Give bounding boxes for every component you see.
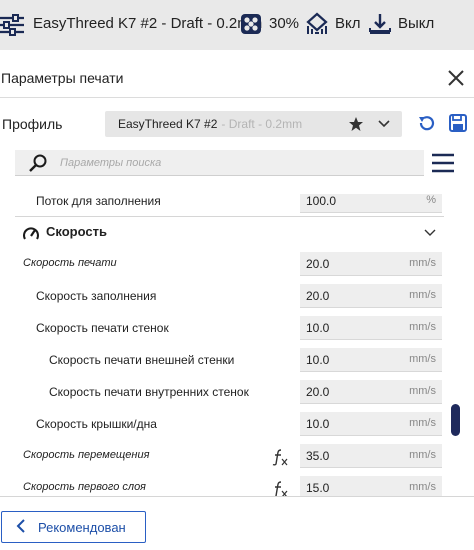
- section-speed-header[interactable]: Скорость: [0, 217, 450, 247]
- setting-value-field[interactable]: 100.0 %: [300, 194, 442, 213]
- setting-label: Скорость заполнения: [36, 289, 157, 303]
- panel-header: Параметры печати: [0, 58, 474, 98]
- adhesion-icon: [369, 12, 391, 36]
- print-settings-toolbar[interactable]: EasyThreed K7 #2 - Draft - 0.2mm 30% Вкл…: [0, 0, 474, 50]
- infill-value[interactable]: 30%: [269, 15, 299, 32]
- setting-label: Скорость печати внутренних стенок: [49, 385, 249, 399]
- search-row: [0, 150, 474, 178]
- setting-value: 10.0: [306, 353, 330, 367]
- chevron-down-icon: [378, 118, 390, 133]
- search-icon: [29, 154, 47, 175]
- setting-row-inner-wall-speed[interactable]: Скорость печати внутренних стенок 20.0 m…: [0, 378, 450, 406]
- setting-unit: mm/s: [409, 385, 436, 397]
- setting-unit: mm/s: [409, 321, 436, 333]
- printer-profile-title[interactable]: EasyThreed K7 #2 - Draft - 0.2mm: [33, 15, 262, 32]
- profile-row: Профиль EasyThreed K7 #2 - Draft - 0.2mm: [0, 109, 474, 139]
- infill-icon: [240, 13, 262, 35]
- star-icon[interactable]: [348, 116, 364, 135]
- setting-row-wall-speed[interactable]: Скорость печати стенок 10.0 mm/s: [0, 314, 450, 342]
- setting-value: 20.0: [306, 257, 330, 271]
- undo-icon: [419, 116, 435, 131]
- setting-row-topbottom-speed[interactable]: Скорость крышки/дна 10.0 mm/s: [0, 410, 450, 438]
- scrollbar-thumb[interactable]: [451, 404, 460, 436]
- setting-label: Скорость первого слоя: [23, 481, 146, 493]
- speed-gauge-icon: [22, 225, 40, 246]
- print-settings-panel: Параметры печати Профиль EasyThreed K7 #…: [0, 58, 474, 550]
- setting-value: 20.0: [306, 385, 330, 399]
- recommended-mode-button[interactable]: Рекомендован: [1, 511, 146, 543]
- setting-value-field[interactable]: 35.0 mm/s: [300, 444, 442, 468]
- panel-title: Параметры печати: [1, 69, 124, 86]
- setting-row-print-speed[interactable]: Скорость печати 20.0 mm/s: [0, 250, 450, 278]
- setting-value: 35.0: [306, 449, 330, 463]
- setting-value-field[interactable]: 10.0 mm/s: [300, 412, 442, 436]
- print-setup-icon: [0, 14, 24, 36]
- setting-value: 100.0: [306, 194, 337, 208]
- settings-list[interactable]: Поток для заполнения 100.0 % Скорость Ск…: [0, 194, 474, 496]
- setting-row-travel-speed[interactable]: Скорость перемещения 35.0 mm/s: [0, 442, 450, 470]
- profile-label: Профиль: [2, 116, 63, 132]
- profile-suffix: - Draft - 0.2mm: [221, 117, 303, 131]
- search-input[interactable]: [60, 154, 400, 172]
- reset-profile-button[interactable]: [416, 114, 436, 137]
- setting-label: Скорость печати стенок: [36, 321, 169, 335]
- setting-unit: %: [426, 194, 436, 206]
- setting-value-field[interactable]: 15.0 mm/s: [300, 476, 442, 496]
- setting-unit: mm/s: [409, 289, 436, 301]
- setting-label: Скорость перемещения: [23, 449, 150, 461]
- setting-unit: mm/s: [409, 257, 436, 269]
- settings-menu-button[interactable]: [432, 153, 454, 176]
- profile-name: EasyThreed K7 #2: [118, 117, 218, 131]
- setting-label: Скорость крышки/дна: [36, 417, 157, 431]
- function-icon[interactable]: [272, 480, 288, 496]
- support-icon: [306, 12, 328, 36]
- setting-unit: mm/s: [409, 481, 436, 493]
- support-value[interactable]: Вкл: [335, 15, 361, 32]
- setting-unit: mm/s: [409, 417, 436, 429]
- setting-value: 10.0: [306, 321, 330, 335]
- setting-row-infill-speed[interactable]: Скорость заполнения 20.0 mm/s: [0, 282, 450, 310]
- chevron-left-icon: [16, 518, 26, 536]
- adhesion-value[interactable]: Выкл: [398, 15, 434, 32]
- setting-row-outer-wall-speed[interactable]: Скорость печати внешней стенки 10.0 mm/s: [0, 346, 450, 374]
- profile-dropdown[interactable]: EasyThreed K7 #2 - Draft - 0.2mm: [105, 111, 402, 137]
- save-icon: [449, 114, 467, 132]
- close-icon: [448, 70, 464, 86]
- setting-label: Поток для заполнения: [36, 194, 161, 208]
- search-box[interactable]: [15, 150, 424, 176]
- setting-row-infill-flow[interactable]: Поток для заполнения 100.0 %: [0, 194, 450, 215]
- setting-value-field[interactable]: 20.0 mm/s: [300, 252, 442, 276]
- setting-label: Скорость печати: [23, 257, 117, 269]
- setting-value-field[interactable]: 20.0 mm/s: [300, 284, 442, 308]
- setting-value-field[interactable]: 20.0 mm/s: [300, 380, 442, 404]
- setting-value: 10.0: [306, 417, 330, 431]
- setting-unit: mm/s: [409, 353, 436, 365]
- setting-label: Скорость печати внешней стенки: [49, 353, 235, 367]
- function-icon[interactable]: [272, 448, 288, 469]
- chevron-down-icon: [424, 227, 436, 241]
- hamburger-menu-icon: [432, 153, 454, 173]
- setting-row-first-layer-speed[interactable]: Скорость первого слоя 15.0 mm/s: [0, 474, 450, 496]
- setting-value-field[interactable]: 10.0 mm/s: [300, 316, 442, 340]
- footer-divider: [0, 496, 474, 497]
- recommended-label: Рекомендован: [38, 519, 126, 535]
- setting-unit: mm/s: [409, 449, 436, 461]
- close-button[interactable]: [444, 66, 468, 90]
- setting-value: 20.0: [306, 289, 330, 303]
- section-title: Скорость: [46, 224, 107, 239]
- setting-value: 15.0: [306, 481, 330, 495]
- setting-value-field[interactable]: 10.0 mm/s: [300, 348, 442, 372]
- save-profile-button[interactable]: [449, 114, 467, 135]
